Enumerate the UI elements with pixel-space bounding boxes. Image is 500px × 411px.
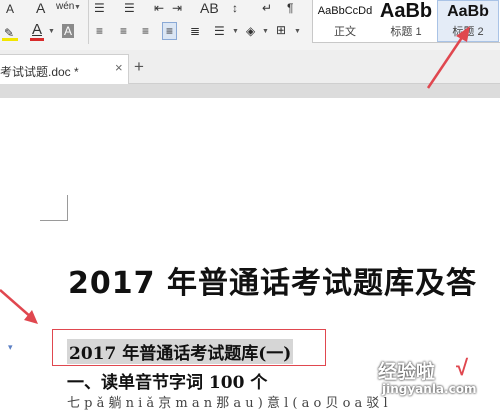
paragraph-mark-icon[interactable]: ¶ xyxy=(287,1,293,15)
style-gallery: AaBbCcDd 正文 AaBb 标题 1 AaBb 标题 2 xyxy=(312,0,500,43)
style-heading-2-caption: 标题 2 xyxy=(452,26,484,38)
document-tab-bar: 考试试题.doc * × + xyxy=(0,50,500,84)
chevron-down-icon[interactable]: ▼ xyxy=(262,28,269,35)
borders-icon[interactable]: ⊞ xyxy=(276,23,286,37)
chevron-down-icon[interactable]: ▼ xyxy=(48,28,55,35)
body-text-line[interactable]: 七 p ǎ 躺 n i ǎ 京 m a n 那 a u ) 意 l ( a o … xyxy=(67,392,388,411)
check-icon: √ xyxy=(456,355,469,380)
style-normal[interactable]: AaBbCcDd 正文 xyxy=(315,0,375,42)
new-tab-button[interactable]: + xyxy=(134,57,144,77)
margin-corner-mark xyxy=(67,195,68,220)
numbered-list-icon[interactable]: ☰ xyxy=(124,1,135,15)
distribute-icon[interactable]: ≣ xyxy=(190,24,200,38)
bullet-list-icon[interactable]: ☰ xyxy=(94,1,105,15)
font-color-button[interactable]: A xyxy=(32,22,42,37)
chevron-down-icon[interactable]: ▼ xyxy=(294,28,301,35)
document-tab[interactable]: 考试试题.doc * × xyxy=(0,54,129,84)
chevron-down-icon[interactable]: ▼ xyxy=(232,28,239,35)
justify-icon[interactable]: ≡ xyxy=(162,22,178,40)
style-heading-1[interactable]: AaBb 标题 1 xyxy=(377,0,435,42)
ribbon-toolbar: A A wén ▼ ☰ ☰ ⇤ ⇥ AB ↕ ↵ ¶ ✎ A ▼ A ≡ ≡ ≡… xyxy=(0,0,500,51)
chevron-down-icon[interactable]: ▼ xyxy=(74,4,81,11)
section-heading[interactable]: 一、读单音节字词 100 个 xyxy=(67,368,267,393)
align-center-icon[interactable]: ≡ xyxy=(120,24,127,38)
close-icon[interactable]: × xyxy=(115,60,123,75)
style-normal-sample: AaBbCcDd xyxy=(317,5,373,17)
font-color-bar xyxy=(30,38,44,41)
style-heading-2[interactable]: AaBb 标题 2 xyxy=(437,0,499,42)
document-title[interactable]: 2017 年普通话考试题库及答 xyxy=(68,258,477,302)
font-size-down-button[interactable]: A xyxy=(6,2,14,16)
sort-icon[interactable]: ↕ xyxy=(232,1,238,15)
style-normal-caption: 正文 xyxy=(334,26,356,38)
align-left-icon[interactable]: ≡ xyxy=(96,24,103,38)
margin-corner-mark xyxy=(40,220,68,221)
style-heading-1-sample: AaBb xyxy=(379,0,433,22)
align-right-icon[interactable]: ≡ xyxy=(142,24,149,38)
style-heading-2-sample: AaBb xyxy=(447,3,489,20)
ribbon-divider xyxy=(88,0,89,44)
paint-bucket-icon[interactable]: ◈ xyxy=(246,24,255,38)
character-shading-button[interactable]: A xyxy=(62,24,75,38)
text-effect-button[interactable]: AB xyxy=(200,1,219,15)
watermark-url: jingyanla.com xyxy=(382,382,477,396)
font-size-up-button[interactable]: A xyxy=(36,1,45,15)
watermark-logo: 经验啦 √ jingyanla.com xyxy=(360,355,498,400)
phonetic-guide-button[interactable]: wén xyxy=(56,0,74,14)
decrease-indent-icon[interactable]: ⇤ xyxy=(154,1,164,15)
increase-indent-icon[interactable]: ⇥ xyxy=(172,1,182,15)
watermark-title: 经验啦 xyxy=(378,361,436,383)
document-tab-label: 考试试题.doc * xyxy=(0,65,79,79)
highlight-color-bar xyxy=(2,38,18,41)
ruler-strip xyxy=(0,84,500,98)
selected-heading[interactable]: 2017 年普通话考试题库(一) xyxy=(67,339,294,364)
line-spacing-icon[interactable]: ☰ xyxy=(214,24,225,38)
show-marks-icon[interactable]: ↵ xyxy=(262,1,272,15)
style-heading-1-caption: 标题 1 xyxy=(390,26,422,38)
